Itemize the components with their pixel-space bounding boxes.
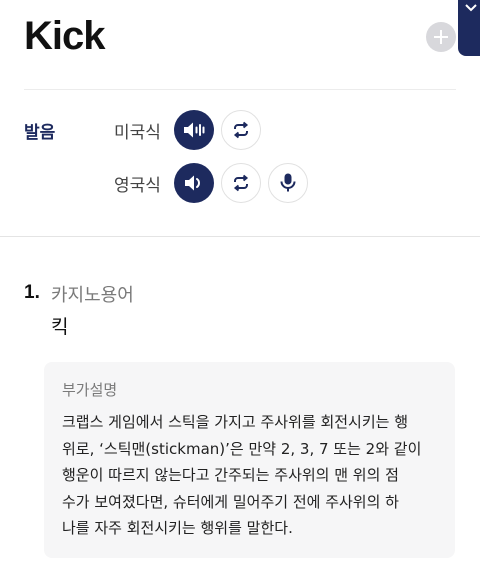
note-line: 나를 자주 회전시키는 행위를 말한다. [62,519,293,537]
speaker-icon [185,175,200,191]
additional-note-box: 부가설명 크랩스 게임에서 스틱을 가지고 주사위를 회전시키는 행 위로, ‘… [44,362,455,558]
header-divider [24,89,456,90]
add-word-button[interactable] [426,22,456,52]
repeat-uk-audio-button[interactable] [221,163,261,203]
section-divider [0,236,480,237]
collapse-tab[interactable] [458,0,480,56]
pronunciation-row-us: 미국식 [114,110,268,150]
pronunciation-row-uk: 영국식 [114,163,315,203]
definition-category: 카지노용어 [51,285,134,306]
note-title: 부가설명 [62,381,118,399]
play-us-audio-button[interactable] [174,110,214,150]
pronunciation-us-label: 미국식 [114,122,161,143]
microphone-icon [280,173,296,192]
entry-word: Kick [24,14,105,58]
speaker-icon [184,122,205,138]
repeat-icon [233,121,249,139]
repeat-icon [233,174,249,192]
note-line: 위로, ‘스틱맨(stickman)’은 만약 2, 3, 7 또는 2와 같이 [62,439,422,458]
definition-meaning: 킥 [51,316,69,338]
note-line: 크랩스 게임에서 스틱을 가지고 주사위를 회전시키는 행 [62,413,409,431]
definition-number: 1. [24,282,40,303]
pronunciation-label: 발음 [24,123,56,143]
note-line: 행운이 따르지 않는다고 간주되는 주사위의 맨 위의 점 [62,466,399,484]
plus-icon [434,30,448,44]
dictionary-entry-page: Kick 발음 미국식 영국식 1. 카지노용어 킥 부가설명 크랩스 게임에서… [0,0,480,564]
play-uk-audio-button[interactable] [174,163,214,203]
record-pronunciation-button[interactable] [268,163,308,203]
repeat-us-audio-button[interactable] [221,110,261,150]
chevron-down-icon [465,4,477,12]
pronunciation-uk-label: 영국식 [114,175,161,196]
note-line: 수가 보여졌다면, 슈터에게 밀어주기 전에 주사위의 하 [62,492,399,511]
